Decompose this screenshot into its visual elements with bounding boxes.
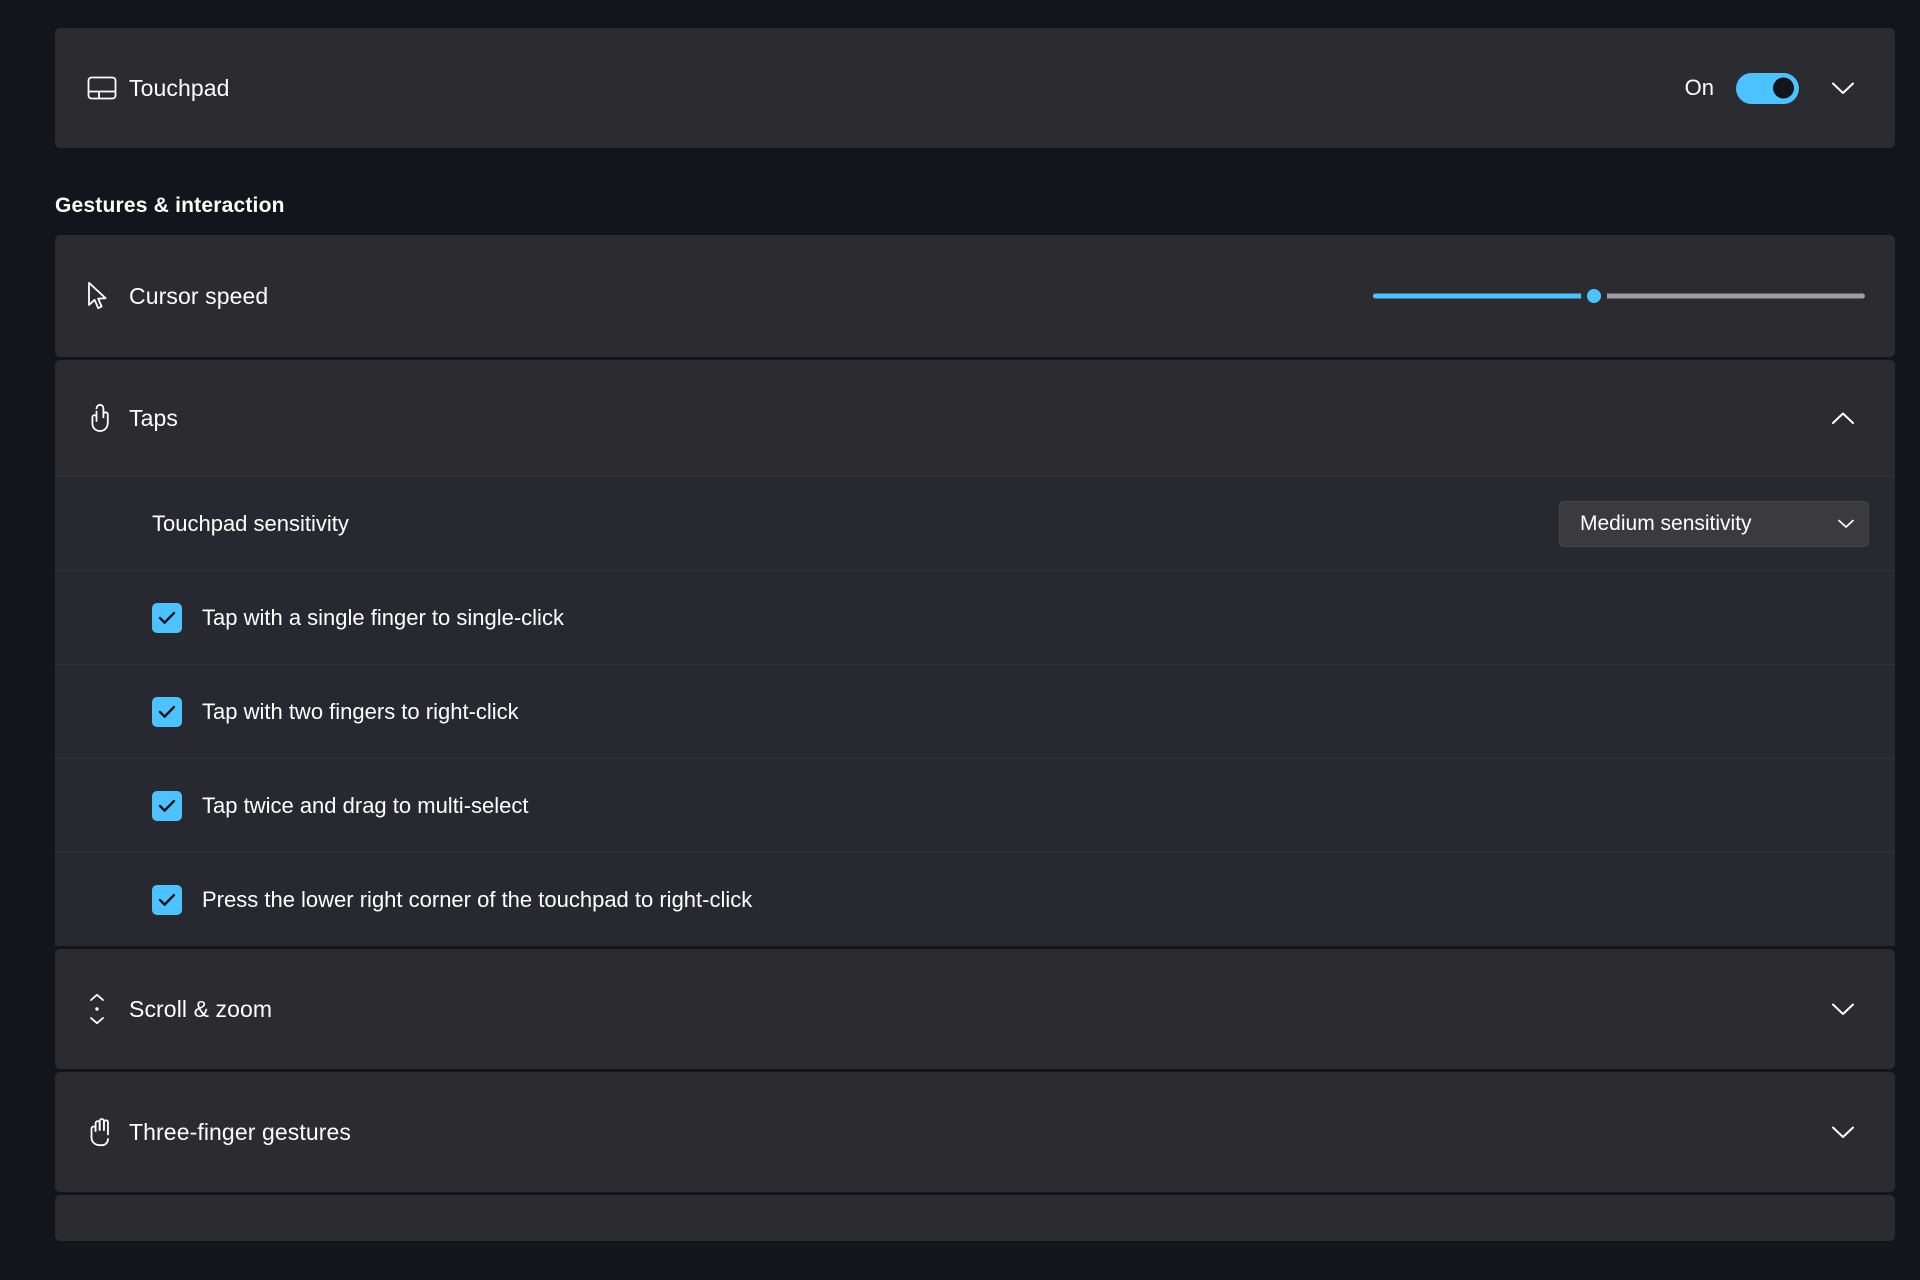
touchpad-master-row[interactable]: Touchpad On [55, 28, 1895, 148]
checkbox-row-multi-select[interactable]: Tap twice and drag to multi-select [55, 758, 1895, 852]
checkbox-row-lower-right-corner[interactable]: Press the lower right corner of the touc… [55, 852, 1895, 946]
touchpad-sensitivity-row: Touchpad sensitivity Medium sensitivity [55, 476, 1895, 570]
cursor-speed-slider[interactable] [1373, 280, 1865, 312]
cursor-speed-label: Cursor speed [129, 282, 269, 309]
checkbox-two-finger-right-click[interactable] [152, 696, 182, 727]
touchpad-sensitivity-value: Medium sensitivity [1580, 511, 1752, 535]
checkbox-single-click[interactable] [152, 602, 182, 633]
checkbox-multi-select[interactable] [152, 790, 182, 821]
slider-fill [1373, 293, 1595, 299]
touchpad-toggle[interactable] [1736, 72, 1799, 104]
three-finger-gestures-label: Three-finger gestures [129, 1118, 351, 1145]
touchpad-expand-chevron-down-icon[interactable] [1817, 62, 1869, 114]
checkbox-label: Tap twice and drag to multi-select [202, 792, 529, 818]
three-finger-hand-icon [87, 1117, 129, 1147]
taps-header-row[interactable]: Taps [55, 360, 1895, 476]
scroll-zoom-row[interactable]: Scroll & zoom [55, 949, 1895, 1069]
three-finger-expand-chevron-down-icon[interactable] [1817, 1106, 1869, 1158]
checkbox-label: Press the lower right corner of the touc… [202, 886, 753, 912]
three-finger-gestures-row[interactable]: Three-finger gestures [55, 1072, 1895, 1192]
scroll-zoom-label: Scroll & zoom [129, 995, 273, 1022]
taps-expanded-content: Touchpad sensitivity Medium sensitivity [55, 476, 1895, 946]
cursor-arrow-icon [87, 281, 129, 311]
scroll-vertical-icon [87, 993, 129, 1025]
taps-card: Taps Touchpad sensitivity Medium sensiti… [55, 360, 1895, 946]
checkbox-label: Tap with two fingers to right-click [202, 698, 519, 724]
cursor-speed-card: Cursor speed [55, 235, 1895, 357]
taps-collapse-chevron-up-icon[interactable] [1817, 392, 1869, 444]
touchpad-toggle-state-label: On [1684, 75, 1714, 100]
three-finger-gestures-card: Three-finger gestures [55, 1072, 1895, 1192]
slider-thumb[interactable] [1581, 283, 1608, 309]
gestures-section-heading: Gestures & interaction [55, 194, 285, 217]
checkbox-label: Tap with a single finger to single-click [202, 604, 564, 630]
checkbox-row-single-click[interactable]: Tap with a single finger to single-click [55, 570, 1895, 664]
touchpad-settings-page: Touchpad On Gestures & interaction Curso… [0, 28, 1920, 1280]
chevron-down-icon [1838, 519, 1854, 529]
cursor-speed-row: Cursor speed [55, 235, 1895, 357]
touchpad-master-card: Touchpad On [55, 28, 1895, 148]
touchpad-icon [87, 75, 129, 101]
checkbox-lower-right-corner[interactable] [152, 884, 182, 915]
toggle-knob [1773, 77, 1794, 99]
taps-label: Taps [129, 404, 178, 431]
tap-hand-icon [87, 403, 129, 433]
touchpad-sensitivity-label: Touchpad sensitivity [152, 510, 349, 536]
scroll-zoom-card: Scroll & zoom [55, 949, 1895, 1069]
touchpad-label: Touchpad [129, 74, 230, 101]
scroll-zoom-expand-chevron-down-icon[interactable] [1817, 983, 1869, 1035]
next-card-partial [55, 1195, 1895, 1241]
checkbox-row-two-finger-right-click[interactable]: Tap with two fingers to right-click [55, 664, 1895, 758]
touchpad-sensitivity-dropdown[interactable]: Medium sensitivity [1559, 500, 1869, 547]
